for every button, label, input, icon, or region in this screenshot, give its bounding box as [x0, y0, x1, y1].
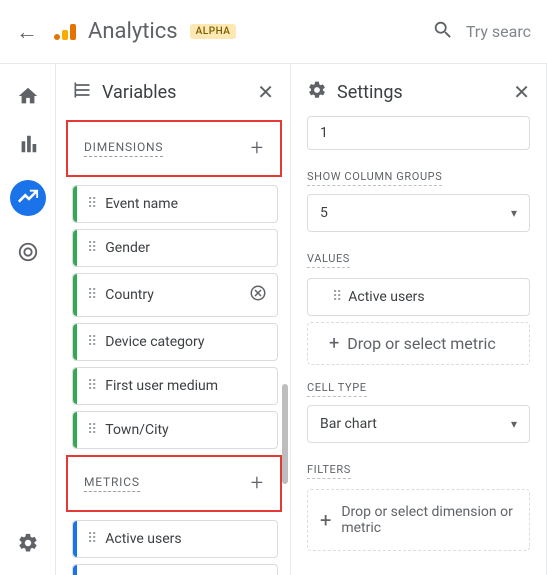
analytics-logo: [54, 24, 76, 40]
drag-handle-icon[interactable]: ⠿: [87, 334, 95, 350]
add-metric-icon[interactable]: +: [251, 471, 264, 496]
show-column-groups-label: SHOW COLUMN GROUPS: [307, 170, 442, 186]
drag-handle-icon[interactable]: ⠿: [87, 422, 95, 438]
dimensions-label: DIMENSIONS: [84, 140, 163, 157]
settings-title: Settings: [337, 82, 403, 103]
app-title: Analytics: [88, 19, 178, 44]
drop-filter-slot[interactable]: + Drop or select dimension or metric: [307, 489, 530, 551]
metrics-highlight-box: METRICS +: [66, 455, 282, 512]
back-arrow[interactable]: ←: [16, 19, 38, 45]
settings-icon: [307, 80, 327, 104]
cell-type-select[interactable]: Bar chart ▾: [307, 405, 530, 443]
dimension-chip-first-user-medium[interactable]: ⠿ First user medium: [72, 367, 278, 405]
nav-explore-icon[interactable]: [10, 180, 46, 216]
nav-home-icon[interactable]: [16, 84, 40, 108]
variables-icon: [72, 80, 92, 104]
chip-label: Country: [105, 287, 154, 303]
chip-label: Active users: [348, 289, 424, 305]
chip-label: First user medium: [105, 378, 218, 394]
drag-handle-icon[interactable]: ⠿: [87, 196, 95, 212]
dimension-chip-event-name[interactable]: ⠿ Event name: [72, 185, 278, 223]
drag-handle-icon[interactable]: ⠿: [87, 531, 95, 547]
dimension-chip-town-city[interactable]: ⠿ Town/City: [72, 411, 278, 449]
metrics-header[interactable]: METRICS +: [84, 471, 264, 496]
chip-label: Device category: [105, 334, 204, 350]
plus-icon: +: [320, 508, 331, 532]
nav-advertising-icon[interactable]: [16, 240, 40, 264]
dimensions-highlight-box: DIMENSIONS +: [66, 120, 282, 177]
drag-handle-icon[interactable]: ⠿: [87, 240, 95, 256]
nav-admin-icon[interactable]: [16, 531, 40, 555]
chip-label: Active users: [105, 531, 181, 547]
remove-chip-icon[interactable]: [249, 284, 267, 306]
dimensions-header[interactable]: DIMENSIONS +: [84, 136, 264, 161]
drop-text: Drop or select metric: [347, 334, 496, 353]
drag-handle-icon[interactable]: ⠿: [87, 287, 95, 303]
row-input[interactable]: 1: [307, 116, 530, 150]
chevron-down-icon: ▾: [511, 417, 517, 431]
filters-label: FILTERS: [307, 463, 351, 479]
scrollbar[interactable]: [282, 384, 288, 484]
chip-label: Town/City: [105, 422, 168, 438]
values-label: VALUES: [307, 252, 350, 268]
select-value: 5: [320, 205, 328, 221]
metric-chip-active-users[interactable]: ⠿ Active users: [72, 520, 278, 558]
show-column-groups-select[interactable]: 5 ▾: [307, 194, 530, 232]
plus-icon: +: [329, 333, 339, 354]
drag-handle-icon[interactable]: ⠿: [332, 289, 340, 305]
alpha-badge: ALPHA: [190, 24, 237, 39]
dimension-chip-gender[interactable]: ⠿ Gender: [72, 229, 278, 267]
metric-chip-event-count[interactable]: ⠿Event count: [72, 564, 278, 575]
search-icon[interactable]: [432, 19, 454, 45]
chip-label: Event name: [105, 196, 178, 212]
drop-text: Drop or select dimension or metric: [341, 504, 517, 536]
close-settings-button[interactable]: ✕: [513, 80, 530, 104]
cell-type-label: CELL TYPE: [307, 381, 367, 397]
drop-metric-slot[interactable]: + Drop or select metric: [307, 322, 530, 365]
value-chip-active-users[interactable]: ⠿ Active users: [307, 278, 530, 316]
metrics-label: METRICS: [84, 475, 140, 492]
variables-title: Variables: [102, 82, 176, 103]
add-dimension-icon[interactable]: +: [251, 136, 264, 161]
select-value: Bar chart: [320, 416, 377, 432]
dimension-chip-country[interactable]: ⠿ Country: [72, 273, 278, 317]
nav-reports-icon[interactable]: [16, 132, 40, 156]
ghost-background-text: Analytics · GA4: [250, 20, 385, 44]
drag-handle-icon[interactable]: ⠿: [87, 378, 95, 394]
chip-label: Gender: [105, 240, 150, 256]
dimension-chip-device-category[interactable]: ⠿ Device category: [72, 323, 278, 361]
search-input[interactable]: Try searc: [466, 22, 531, 41]
close-variables-button[interactable]: ✕: [257, 80, 274, 104]
chevron-down-icon: ▾: [511, 206, 517, 220]
